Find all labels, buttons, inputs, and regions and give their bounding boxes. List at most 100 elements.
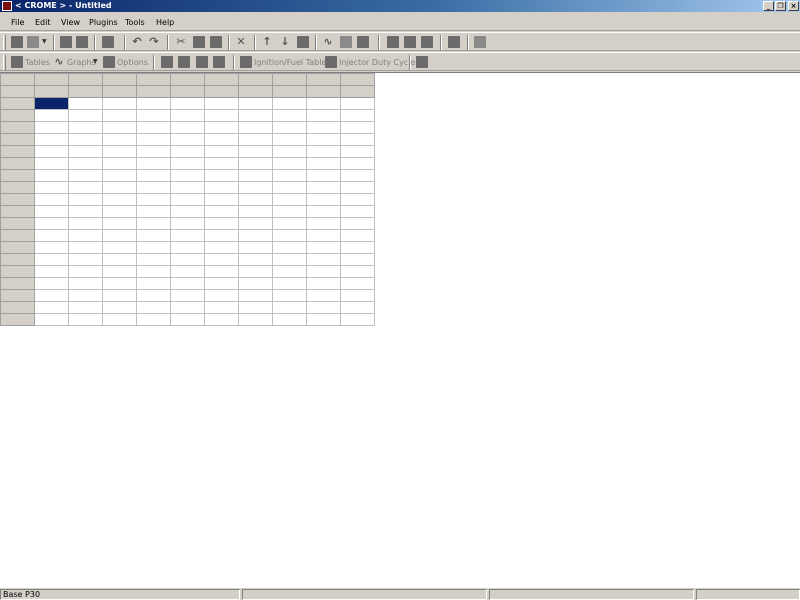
menu-tools[interactable]: Tools bbox=[125, 14, 145, 31]
grid-cell[interactable] bbox=[238, 169, 273, 182]
row-header-cell[interactable] bbox=[0, 313, 35, 326]
grid-cell[interactable] bbox=[68, 169, 103, 182]
column-header-cell[interactable] bbox=[136, 85, 171, 98]
column-header-cell[interactable] bbox=[272, 85, 307, 98]
grid-cell[interactable] bbox=[170, 217, 205, 230]
grid-cell[interactable] bbox=[204, 145, 239, 158]
close-button[interactable]: × bbox=[788, 1, 799, 11]
fuel-table-icon[interactable] bbox=[196, 56, 208, 68]
grid-cell[interactable] bbox=[34, 205, 69, 218]
row-header-cell[interactable] bbox=[0, 205, 35, 218]
title-bar[interactable]: < CROME > - Untitled _ ❐ × bbox=[0, 0, 800, 12]
grid-cell[interactable] bbox=[272, 97, 307, 110]
grid-cell[interactable] bbox=[68, 265, 103, 278]
grid-cell[interactable] bbox=[136, 301, 171, 314]
grid-cell[interactable] bbox=[204, 253, 239, 266]
grid-cell[interactable] bbox=[272, 145, 307, 158]
grid-cell[interactable] bbox=[340, 289, 375, 302]
row-header-cell[interactable] bbox=[0, 241, 35, 254]
column-header-cell[interactable] bbox=[102, 85, 137, 98]
grid-cell[interactable] bbox=[306, 109, 341, 122]
save-icon[interactable] bbox=[60, 36, 72, 48]
grid-cell[interactable] bbox=[102, 133, 137, 146]
grid-cell[interactable] bbox=[102, 289, 137, 302]
grid-cell[interactable] bbox=[204, 289, 239, 302]
grid-cell[interactable] bbox=[170, 109, 205, 122]
grid-cell[interactable] bbox=[102, 169, 137, 182]
row-header-cell[interactable] bbox=[0, 229, 35, 242]
grid-cell[interactable] bbox=[306, 193, 341, 206]
grid-cell[interactable] bbox=[306, 121, 341, 134]
grid-cell[interactable] bbox=[340, 277, 375, 290]
grid-cell[interactable] bbox=[136, 193, 171, 206]
grid-cell[interactable] bbox=[272, 289, 307, 302]
grid-cell[interactable] bbox=[238, 145, 273, 158]
grid-cell[interactable] bbox=[272, 217, 307, 230]
grid-cell[interactable] bbox=[34, 277, 69, 290]
menu-plugins[interactable]: Plugins bbox=[89, 14, 118, 31]
graphs-dropdown-icon[interactable]: ▼ bbox=[93, 56, 98, 68]
grid-cell[interactable] bbox=[68, 301, 103, 314]
grid-cell[interactable] bbox=[170, 313, 205, 326]
grid-cell[interactable] bbox=[136, 265, 171, 278]
column-header-cell[interactable] bbox=[204, 73, 239, 86]
grid-cell[interactable] bbox=[306, 133, 341, 146]
grid-cell[interactable] bbox=[136, 241, 171, 254]
injector-duty-cycle-button[interactable]: Injector Duty Cycle bbox=[339, 53, 415, 72]
grid-cell[interactable] bbox=[306, 205, 341, 218]
app-icon[interactable] bbox=[2, 1, 12, 11]
grid-cell[interactable] bbox=[170, 97, 205, 110]
grid-cell[interactable] bbox=[34, 133, 69, 146]
grid-cell[interactable] bbox=[272, 133, 307, 146]
grid-cell[interactable] bbox=[340, 145, 375, 158]
grid-cell[interactable] bbox=[306, 289, 341, 302]
grid-cell[interactable] bbox=[68, 229, 103, 242]
grid-cell[interactable] bbox=[102, 193, 137, 206]
column-header-cell[interactable] bbox=[68, 85, 103, 98]
column-header-cell[interactable] bbox=[238, 73, 273, 86]
grid-cell[interactable] bbox=[340, 193, 375, 206]
grid-cell[interactable] bbox=[204, 109, 239, 122]
grid-cell[interactable] bbox=[102, 301, 137, 314]
grid-cell[interactable] bbox=[102, 277, 137, 290]
row-header-cell[interactable] bbox=[0, 133, 35, 146]
column-header-cell[interactable] bbox=[272, 73, 307, 86]
grid-cell[interactable] bbox=[306, 277, 341, 290]
row-header-cell[interactable] bbox=[0, 253, 35, 266]
grid-cell[interactable] bbox=[272, 313, 307, 326]
grid-cell[interactable] bbox=[272, 277, 307, 290]
grid-cell[interactable] bbox=[340, 169, 375, 182]
scale-icon[interactable] bbox=[340, 36, 352, 48]
grid-cell[interactable] bbox=[238, 97, 273, 110]
grid-cell[interactable] bbox=[68, 253, 103, 266]
grid-cell[interactable] bbox=[102, 181, 137, 194]
grid-cell[interactable] bbox=[306, 97, 341, 110]
column-header-cell[interactable] bbox=[238, 85, 273, 98]
grid-cell[interactable] bbox=[204, 181, 239, 194]
options-button[interactable]: Options bbox=[117, 53, 148, 72]
tables-button[interactable]: Tables bbox=[25, 53, 50, 72]
column-header-cell[interactable] bbox=[170, 73, 205, 86]
grid-cell[interactable] bbox=[102, 157, 137, 170]
grid-cell[interactable] bbox=[238, 301, 273, 314]
about-icon[interactable] bbox=[474, 36, 486, 48]
grid-cell[interactable] bbox=[34, 193, 69, 206]
grid-cell[interactable] bbox=[170, 229, 205, 242]
grid-cell[interactable] bbox=[136, 217, 171, 230]
grid-cell[interactable] bbox=[34, 169, 69, 182]
grid-cell[interactable] bbox=[102, 253, 137, 266]
grid-cell[interactable] bbox=[272, 301, 307, 314]
graphs-button[interactable]: Graphs bbox=[67, 53, 96, 72]
grid-cell[interactable] bbox=[34, 109, 69, 122]
grid-cell[interactable] bbox=[102, 313, 137, 326]
column-header-cell[interactable] bbox=[34, 73, 69, 86]
grid-cell[interactable] bbox=[238, 121, 273, 134]
grid-cell[interactable] bbox=[170, 301, 205, 314]
grid-cell[interactable] bbox=[170, 241, 205, 254]
row-header-cell[interactable] bbox=[0, 109, 35, 122]
grid-cell[interactable] bbox=[102, 205, 137, 218]
column-header-cell[interactable] bbox=[102, 73, 137, 86]
column-header-cell[interactable] bbox=[0, 73, 35, 86]
grid-cell[interactable] bbox=[68, 121, 103, 134]
grid-cell[interactable] bbox=[34, 241, 69, 254]
